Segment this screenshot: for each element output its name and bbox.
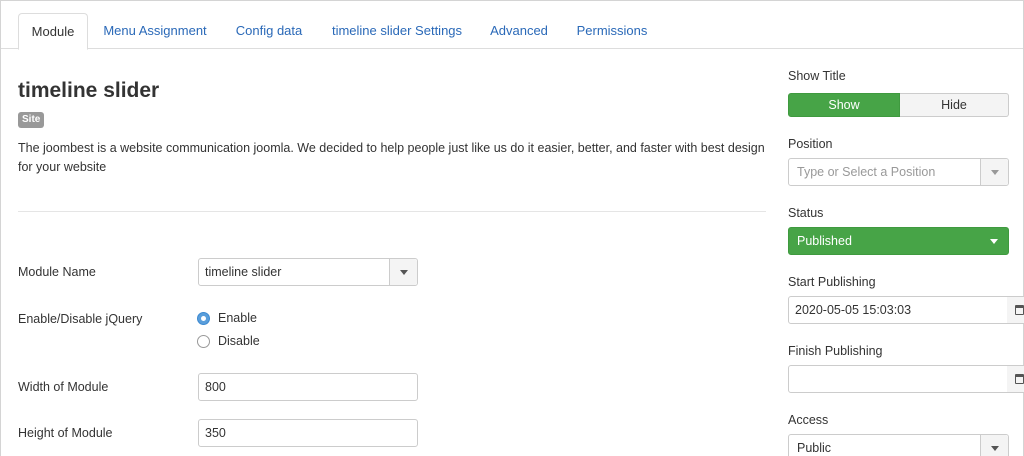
width-label: Width of Module bbox=[18, 380, 109, 394]
tab-bar: Module Menu Assignment Config data timel… bbox=[1, 1, 1023, 50]
tab-advanced[interactable]: Advanced bbox=[482, 13, 556, 49]
calendar-icon bbox=[1015, 305, 1024, 315]
radio-disable-label: Disable bbox=[218, 334, 260, 348]
hide-button[interactable]: Hide bbox=[900, 93, 1009, 117]
jquery-label: Enable/Disable jQuery bbox=[18, 312, 143, 326]
status-dropdown-button[interactable] bbox=[980, 228, 1008, 254]
show-title-label: Show Title bbox=[788, 69, 846, 83]
calendar-icon bbox=[1015, 374, 1024, 384]
tab-timeline-slider-settings[interactable]: timeline slider Settings bbox=[322, 13, 472, 49]
caret-down-icon bbox=[990, 446, 999, 451]
module-title: timeline slider bbox=[18, 79, 160, 102]
show-button[interactable]: Show bbox=[788, 93, 900, 117]
tab-module[interactable]: Module bbox=[18, 13, 88, 50]
tab-permissions[interactable]: Permissions bbox=[566, 13, 658, 49]
finish-publishing-input[interactable] bbox=[788, 365, 1008, 393]
module-description: The joombest is a website communication … bbox=[18, 141, 765, 174]
access-value: Public bbox=[797, 441, 832, 455]
access-select[interactable]: Public bbox=[788, 434, 1009, 456]
site-badge: Site bbox=[18, 112, 45, 128]
module-edit-panel: Module Menu Assignment Config data timel… bbox=[0, 0, 1024, 456]
access-dropdown-button[interactable] bbox=[980, 435, 1008, 456]
start-publishing-label: Start Publishing bbox=[788, 275, 876, 289]
module-name-dropdown-button[interactable] bbox=[389, 259, 417, 285]
jquery-enable-option[interactable]: Enable bbox=[197, 311, 257, 325]
divider bbox=[18, 211, 766, 212]
module-name-label: Module Name bbox=[18, 265, 96, 279]
finish-publishing-label: Finish Publishing bbox=[788, 344, 883, 358]
height-input[interactable]: 350 bbox=[198, 419, 418, 447]
tab-config-data[interactable]: Config data bbox=[226, 13, 312, 49]
jquery-disable-option[interactable]: Disable bbox=[197, 334, 260, 348]
finish-publishing-calendar-button[interactable] bbox=[1007, 365, 1024, 393]
status-select[interactable]: Published bbox=[788, 227, 1009, 255]
radio-enable[interactable] bbox=[197, 311, 210, 325]
access-label: Access bbox=[788, 413, 829, 427]
module-name-select[interactable]: timeline slider bbox=[198, 258, 418, 286]
position-dropdown-button[interactable] bbox=[980, 159, 1008, 185]
status-label: Status bbox=[788, 206, 824, 220]
show-title-toggle: Show Hide bbox=[788, 93, 1009, 117]
status-value: Published bbox=[797, 234, 852, 248]
position-label: Position bbox=[788, 137, 833, 151]
height-label: Height of Module bbox=[18, 426, 113, 440]
caret-down-icon bbox=[990, 239, 998, 244]
radio-disable[interactable] bbox=[197, 334, 210, 348]
start-publishing-input[interactable]: 2020-05-05 15:03:03 bbox=[788, 296, 1008, 324]
radio-enable-label: Enable bbox=[218, 311, 257, 325]
position-select[interactable]: Type or Select a Position bbox=[788, 158, 1009, 186]
caret-down-icon bbox=[990, 170, 999, 175]
start-publishing-calendar-button[interactable] bbox=[1007, 296, 1024, 324]
module-name-value: timeline slider bbox=[205, 265, 282, 279]
width-input[interactable]: 800 bbox=[198, 373, 418, 401]
tab-menu-assignment[interactable]: Menu Assignment bbox=[94, 13, 216, 49]
caret-down-icon bbox=[399, 270, 408, 275]
position-placeholder: Type or Select a Position bbox=[797, 165, 936, 179]
